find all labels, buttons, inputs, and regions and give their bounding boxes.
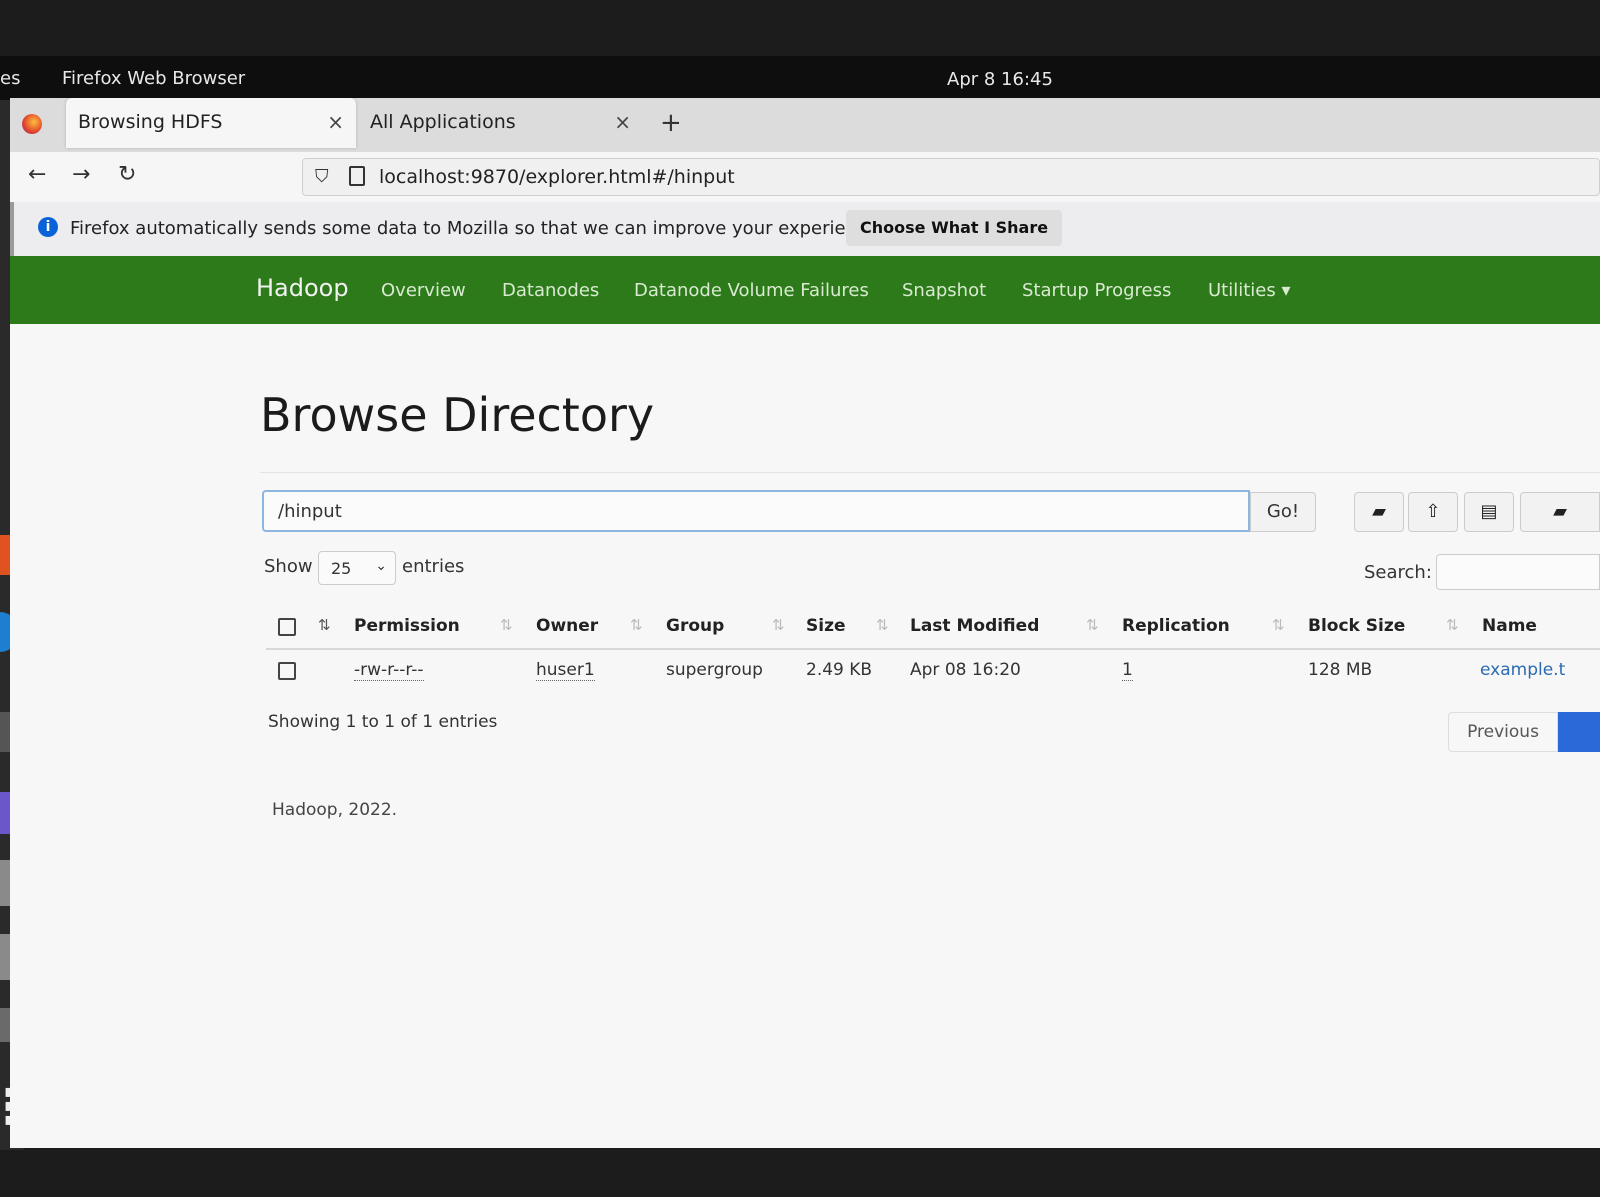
hadoop-brand-link[interactable]: Hadoop (256, 274, 349, 302)
row-checkbox[interactable] (278, 662, 296, 680)
shield-icon[interactable]: ⛉ (315, 166, 329, 187)
info-icon: i (38, 217, 58, 237)
cell-permission[interactable]: -rw-r--r-- (354, 660, 424, 681)
folder-remove-icon: ▰ (1553, 501, 1567, 522)
footer-text: Hadoop, 2022. (272, 800, 398, 820)
sort-active-icon[interactable]: ⇅ (318, 616, 331, 634)
activities-button[interactable]: es (0, 68, 20, 89)
sort-icon[interactable]: ⇅ (772, 616, 785, 634)
active-app-name[interactable]: Firefox Web Browser (62, 68, 245, 89)
showing-entries-info: Showing 1 to 1 of 1 entries (268, 712, 498, 732)
notification-message: Firefox automatically sends some data to… (70, 218, 884, 239)
system-top-bar: es Firefox Web Browser Apr 8 16:45 (0, 56, 1600, 100)
sort-icon[interactable]: ⇅ (500, 616, 513, 634)
column-block-size[interactable]: Block Size (1308, 616, 1405, 636)
clipboard-icon: ▤ (1480, 501, 1498, 522)
cell-last-modified: Apr 08 16:20 (910, 660, 1021, 680)
upload-icon: ⇧ (1425, 501, 1441, 522)
column-owner[interactable]: Owner (536, 616, 598, 636)
close-tab-icon[interactable]: × (614, 110, 631, 134)
system-clock[interactable]: Apr 8 16:45 (947, 69, 1053, 90)
go-button[interactable]: Go! (1250, 492, 1316, 532)
folder-icon: ▰ (1372, 501, 1386, 522)
table-header: ⇅ Permission ⇅ Owner ⇅ Group ⇅ Size ⇅ La… (266, 604, 1600, 650)
divider (260, 472, 1600, 473)
telemetry-notification-bar: i Firefox automatically sends some data … (10, 202, 1600, 256)
column-permission[interactable]: Permission (354, 616, 460, 636)
cell-block-size: 128 MB (1308, 660, 1373, 680)
firefox-window: Browsing HDFS × All Applications × + ← →… (10, 98, 1600, 1148)
cut-paste-button[interactable]: ▤ (1464, 492, 1514, 532)
nav-datanodes[interactable]: Datanodes (502, 280, 599, 301)
sort-icon[interactable]: ⇅ (876, 616, 889, 634)
nav-snapshot[interactable]: Snapshot (902, 280, 986, 301)
tab-strip: Browsing HDFS × All Applications × + (10, 98, 1600, 152)
url-text[interactable]: localhost:9870/explorer.html#/hinput (379, 166, 735, 188)
page-title: Browse Directory (260, 388, 655, 442)
select-all-checkbox[interactable] (278, 618, 296, 636)
tab-all-applications[interactable]: All Applications × (358, 98, 643, 148)
back-button[interactable]: ← (28, 162, 46, 187)
entries-select-value: 25 (331, 559, 352, 578)
hadoop-navbar: Hadoop Overview Datanodes Datanode Volum… (10, 256, 1600, 324)
table-row: -rw-r--r-- huser1 supergroup 2.49 KB Apr… (266, 648, 1600, 694)
nav-startup-progress[interactable]: Startup Progress (1022, 280, 1171, 301)
directory-path-input[interactable] (262, 490, 1250, 532)
upload-button[interactable]: ⇧ (1408, 492, 1458, 532)
entries-per-page-select[interactable]: 25 ⌄ (318, 551, 396, 585)
nav-utilities-dropdown[interactable]: Utilities ▾ (1208, 280, 1291, 301)
tab-title: Browsing HDFS (78, 111, 223, 133)
page-content: Hadoop Overview Datanodes Datanode Volum… (10, 256, 1600, 1148)
column-size[interactable]: Size (806, 616, 846, 636)
nav-overview[interactable]: Overview (381, 280, 466, 301)
cell-size: 2.49 KB (806, 660, 873, 680)
tab-browsing-hdfs[interactable]: Browsing HDFS × (66, 98, 356, 148)
delete-button[interactable]: ▰ (1520, 492, 1600, 532)
entries-label: entries (402, 556, 465, 577)
choose-what-i-share-button[interactable]: Choose What I Share (846, 210, 1063, 246)
sort-icon[interactable]: ⇅ (1446, 616, 1459, 634)
tab-title: All Applications (370, 111, 516, 133)
previous-page-button[interactable]: Previous (1448, 712, 1558, 752)
cell-replication[interactable]: 1 (1122, 660, 1133, 681)
navigation-toolbar: ← → ↻ ⛉ localhost:9870/explorer.html#/hi… (10, 152, 1600, 203)
show-label: Show (264, 556, 313, 577)
current-page-button[interactable] (1558, 712, 1600, 752)
create-folder-button[interactable]: ▰ (1354, 492, 1404, 532)
forward-button[interactable]: → (72, 162, 90, 187)
sort-icon[interactable]: ⇅ (1086, 616, 1099, 634)
column-group[interactable]: Group (666, 616, 724, 636)
close-tab-icon[interactable]: × (327, 110, 344, 134)
chevron-down-icon: ⌄ (375, 558, 387, 574)
sort-icon[interactable]: ⇅ (630, 616, 643, 634)
search-input[interactable] (1436, 554, 1600, 590)
page-icon[interactable] (349, 166, 365, 186)
firefox-logo-icon[interactable] (22, 114, 42, 134)
cell-owner[interactable]: huser1 (536, 660, 595, 681)
cell-group: supergroup (666, 660, 763, 680)
sort-icon[interactable]: ⇅ (1272, 616, 1285, 634)
search-label: Search: (1364, 562, 1432, 583)
column-last-modified[interactable]: Last Modified (910, 616, 1039, 636)
address-bar[interactable]: ⛉ localhost:9870/explorer.html#/hinput (302, 158, 1600, 196)
nav-datanode-volume-failures[interactable]: Datanode Volume Failures (634, 280, 869, 301)
column-replication[interactable]: Replication (1122, 616, 1230, 636)
new-tab-button[interactable]: + (660, 108, 682, 138)
column-name[interactable]: Name (1482, 616, 1537, 636)
cell-name-link[interactable]: example.t (1480, 660, 1565, 680)
reload-button[interactable]: ↻ (118, 162, 136, 187)
